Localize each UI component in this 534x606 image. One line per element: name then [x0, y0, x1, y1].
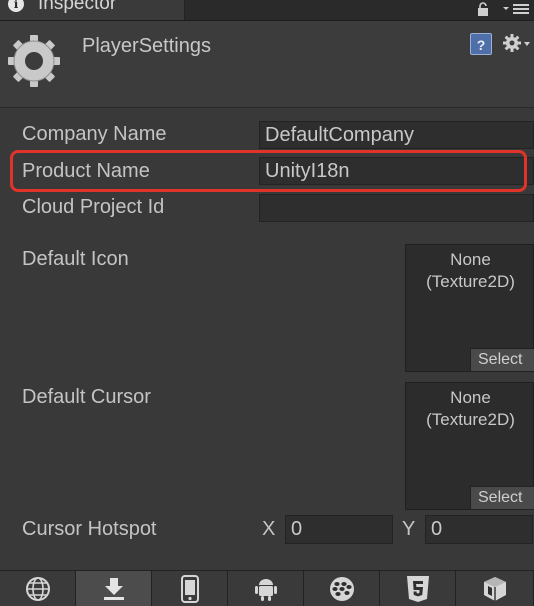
platform-tab-android[interactable]: [228, 571, 304, 606]
context-menu-icon[interactable]: [502, 3, 530, 15]
tab-inspector[interactable]: i Inspector: [0, 0, 185, 20]
package-icon: [483, 577, 506, 601]
company-name-field[interactable]: DefaultCompany: [259, 121, 534, 149]
phone-icon: [180, 575, 199, 603]
default-icon-select-button[interactable]: Select: [470, 348, 534, 372]
cursor-hotspot-label: Cursor Hotspot: [22, 518, 157, 540]
platform-tab-ios[interactable]: [152, 571, 228, 606]
platform-tab-standalone[interactable]: [0, 571, 76, 606]
page-title: PlayerSettings: [82, 35, 211, 57]
platform-tab-webgl[interactable]: [380, 571, 456, 606]
hotspot-y-label: Y: [402, 518, 416, 540]
default-cursor-texture-name: None (Texture2D): [426, 388, 515, 429]
inspector-header: PlayerSettings ?: [0, 21, 534, 108]
default-cursor-label: Default Cursor: [22, 386, 151, 408]
tab-bar: i Inspector: [0, 0, 534, 21]
platform-tab-download[interactable]: [76, 571, 152, 606]
gear-icon: [8, 35, 60, 87]
default-cursor-texture-slot[interactable]: None (Texture2D) Select: [405, 382, 534, 510]
platform-tab-blackberry[interactable]: [304, 571, 380, 606]
default-icon-label: Default Icon: [22, 248, 129, 270]
cloud-project-id-label: Cloud Project Id: [22, 196, 165, 218]
info-icon: i: [8, 0, 24, 12]
company-name-label: Company Name: [22, 123, 167, 145]
default-cursor-select-button[interactable]: Select: [470, 486, 534, 510]
lock-icon[interactable]: [477, 2, 489, 16]
default-icon-texture-name: None (Texture2D): [426, 250, 515, 291]
globe-icon: [25, 577, 50, 601]
help-icon[interactable]: ?: [470, 33, 492, 55]
html5-icon: [406, 576, 429, 602]
hotspot-x-label: X: [262, 518, 276, 540]
platform-tab-bar: [0, 570, 534, 606]
platform-tab-package[interactable]: [456, 571, 534, 606]
cloud-project-id-field[interactable]: [259, 194, 534, 222]
download-icon: [103, 578, 124, 600]
hotspot-x-field[interactable]: 0: [285, 515, 393, 544]
default-icon-texture-slot[interactable]: None (Texture2D) Select: [405, 244, 534, 372]
tab-inspector-label: Inspector: [38, 0, 117, 14]
settings-gear-icon[interactable]: [502, 33, 532, 55]
product-name-field[interactable]: UnityI18n: [259, 157, 534, 185]
product-name-label: Product Name: [22, 160, 150, 182]
blackberry-icon: [329, 577, 354, 601]
android-icon: [254, 579, 277, 601]
inspector-window: i Inspector PlayerSettings ? Company Nam…: [0, 0, 534, 606]
hotspot-y-field[interactable]: 0: [425, 515, 533, 544]
